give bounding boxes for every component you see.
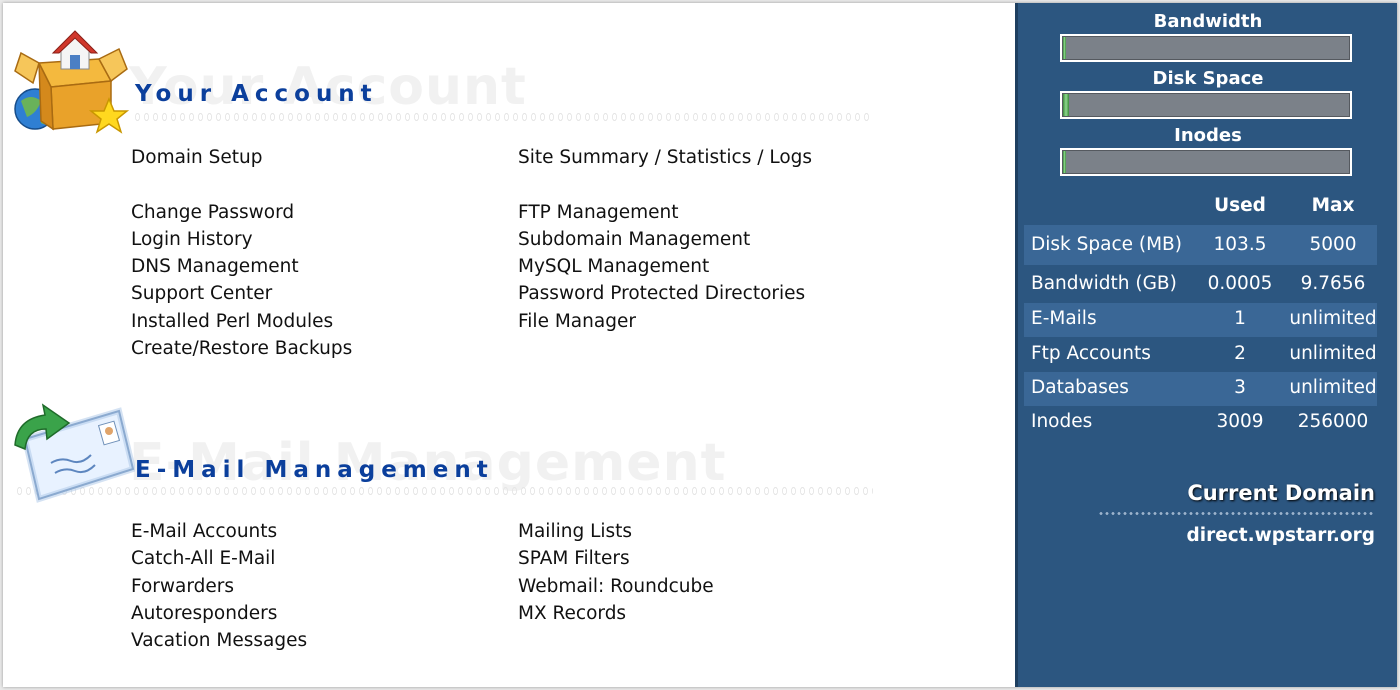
stats-row: Bandwidth (GB) 0.0005 9.7656 xyxy=(1024,265,1377,303)
current-domain-divider xyxy=(1098,512,1375,515)
email-icon xyxy=(11,403,137,507)
stats-row-max: unlimited xyxy=(1289,308,1377,329)
stats-row: E-Mails 1 unlimited xyxy=(1024,303,1377,337)
usage-sidebar: Bandwidth Disk Space Inodes Used Max Dis… xyxy=(1015,3,1397,687)
link-subdomain-management[interactable]: Subdomain Management xyxy=(518,226,812,253)
account-section-header: Your Account Your Account xyxy=(11,23,911,143)
account-links-right: Site Summary / Statistics / Logs FTP Man… xyxy=(518,144,812,335)
link-dns-management[interactable]: DNS Management xyxy=(131,253,352,280)
disk-space-meter-label: Disk Space xyxy=(1152,68,1264,89)
link-change-password[interactable]: Change Password xyxy=(131,199,352,226)
stats-row-used: 103.5 xyxy=(1213,234,1267,255)
stats-row-max: 9.7656 xyxy=(1300,273,1366,294)
link-ftp-management[interactable]: FTP Management xyxy=(518,199,812,226)
link-file-manager[interactable]: File Manager xyxy=(518,308,812,335)
stats-header-used: Used xyxy=(1214,195,1266,216)
account-icon xyxy=(11,23,133,139)
stats-row-name: E-Mails xyxy=(1031,308,1097,329)
link-vacation-messages[interactable]: Vacation Messages xyxy=(131,627,307,654)
stats-row-name: Databases xyxy=(1031,377,1129,398)
link-password-protected-directories[interactable]: Password Protected Directories xyxy=(518,280,812,307)
link-mx-records[interactable]: MX Records xyxy=(518,600,714,627)
link-login-history[interactable]: Login History xyxy=(131,226,352,253)
stats-row: Ftp Accounts 2 unlimited xyxy=(1024,337,1377,372)
account-section-title: Your Account xyxy=(135,81,378,107)
main-content: Your Account Your Account Domain Setup C… xyxy=(3,3,1015,687)
email-links-right: Mailing Lists SPAM Filters Webmail: Roun… xyxy=(518,518,714,627)
disk-space-meter-fill xyxy=(1063,94,1070,116)
link-create-restore-backups[interactable]: Create/Restore Backups xyxy=(131,335,352,362)
bandwidth-meter-label: Bandwidth xyxy=(1153,11,1263,32)
email-section-title: E-Mail Management xyxy=(135,457,494,483)
inodes-meter xyxy=(1060,148,1352,176)
stats-row-name: Inodes xyxy=(1031,411,1093,432)
link-site-summary[interactable]: Site Summary / Statistics / Logs xyxy=(518,144,812,171)
link-email-accounts[interactable]: E-Mail Accounts xyxy=(131,518,307,545)
current-domain-label: Current Domain xyxy=(1187,481,1375,505)
stats-row-used: 1 xyxy=(1234,308,1246,329)
email-links-left: E-Mail Accounts Catch-All E-Mail Forward… xyxy=(131,518,307,654)
email-section-header: E-Mail Management E-Mail Management xyxy=(11,401,911,521)
stats-row-max: 256000 xyxy=(1297,411,1369,432)
stats-row-max: unlimited xyxy=(1289,377,1377,398)
bandwidth-meter-fill xyxy=(1063,37,1067,59)
link-mailing-lists[interactable]: Mailing Lists xyxy=(518,518,714,545)
current-domain-value: direct.wpstarr.org xyxy=(1186,525,1375,546)
stats-row: Disk Space (MB) 103.5 5000 xyxy=(1024,225,1377,265)
link-mysql-management[interactable]: MySQL Management xyxy=(518,253,812,280)
link-domain-setup[interactable]: Domain Setup xyxy=(131,144,352,171)
stats-row: Inodes 3009 256000 xyxy=(1024,406,1377,440)
disk-space-meter xyxy=(1060,91,1352,119)
stats-row-name: Ftp Accounts xyxy=(1031,343,1151,364)
account-links-left: Domain Setup Change Password Login Histo… xyxy=(131,144,352,362)
stats-row-name: Disk Space (MB) xyxy=(1031,234,1182,255)
stats-row-name: Bandwidth (GB) xyxy=(1031,273,1177,294)
inodes-meter-fill xyxy=(1063,151,1067,173)
stats-header-row: Used Max xyxy=(1024,189,1377,225)
inodes-meter-label: Inodes xyxy=(1174,125,1242,146)
link-autoresponders[interactable]: Autoresponders xyxy=(131,600,307,627)
link-catch-all-email[interactable]: Catch-All E-Mail xyxy=(131,545,307,572)
stats-row-max: 5000 xyxy=(1309,234,1357,255)
link-perl-modules[interactable]: Installed Perl Modules xyxy=(131,308,352,335)
email-header-dots xyxy=(15,485,873,497)
stats-row-used: 0.0005 xyxy=(1207,273,1273,294)
stats-row: Databases 3 unlimited xyxy=(1024,372,1377,406)
link-webmail-roundcube[interactable]: Webmail: Roundcube xyxy=(518,573,714,600)
stats-row-max: unlimited xyxy=(1289,343,1377,364)
link-spam-filters[interactable]: SPAM Filters xyxy=(518,545,714,572)
usage-stats-table: Used Max Disk Space (MB) 103.5 5000 Band… xyxy=(1024,189,1377,440)
link-forwarders[interactable]: Forwarders xyxy=(131,573,307,600)
account-header-dots xyxy=(133,111,873,123)
page-frame: Your Account Your Account Domain Setup C… xyxy=(3,3,1397,687)
stats-header-max: Max xyxy=(1311,195,1355,216)
bandwidth-meter xyxy=(1060,34,1352,62)
stats-row-used: 2 xyxy=(1234,343,1246,364)
stats-row-used: 3009 xyxy=(1216,411,1264,432)
stats-row-used: 3 xyxy=(1234,377,1246,398)
link-support-center[interactable]: Support Center xyxy=(131,280,352,307)
